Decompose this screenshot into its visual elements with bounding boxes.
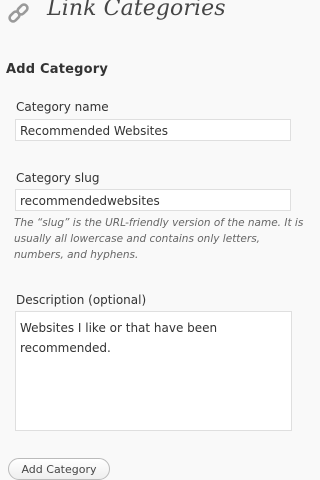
category-name-label: Category name xyxy=(16,100,109,114)
description-textarea[interactable]: Websites I like or that have been recomm… xyxy=(15,311,292,431)
category-name-input[interactable] xyxy=(15,119,291,141)
link-chain-icon xyxy=(6,1,32,27)
slug-help-text: The “slug” is the URL-friendly version o… xyxy=(14,217,304,261)
page-header: Link Categories xyxy=(0,0,319,30)
description-label: Description (optional) xyxy=(16,293,147,307)
page-title: Link Categories xyxy=(47,0,226,21)
add-category-button[interactable]: Add Category xyxy=(8,458,110,480)
add-category-heading: Add Category xyxy=(6,62,109,77)
category-slug-input[interactable] xyxy=(15,189,291,211)
category-slug-label: Category slug xyxy=(16,171,100,185)
